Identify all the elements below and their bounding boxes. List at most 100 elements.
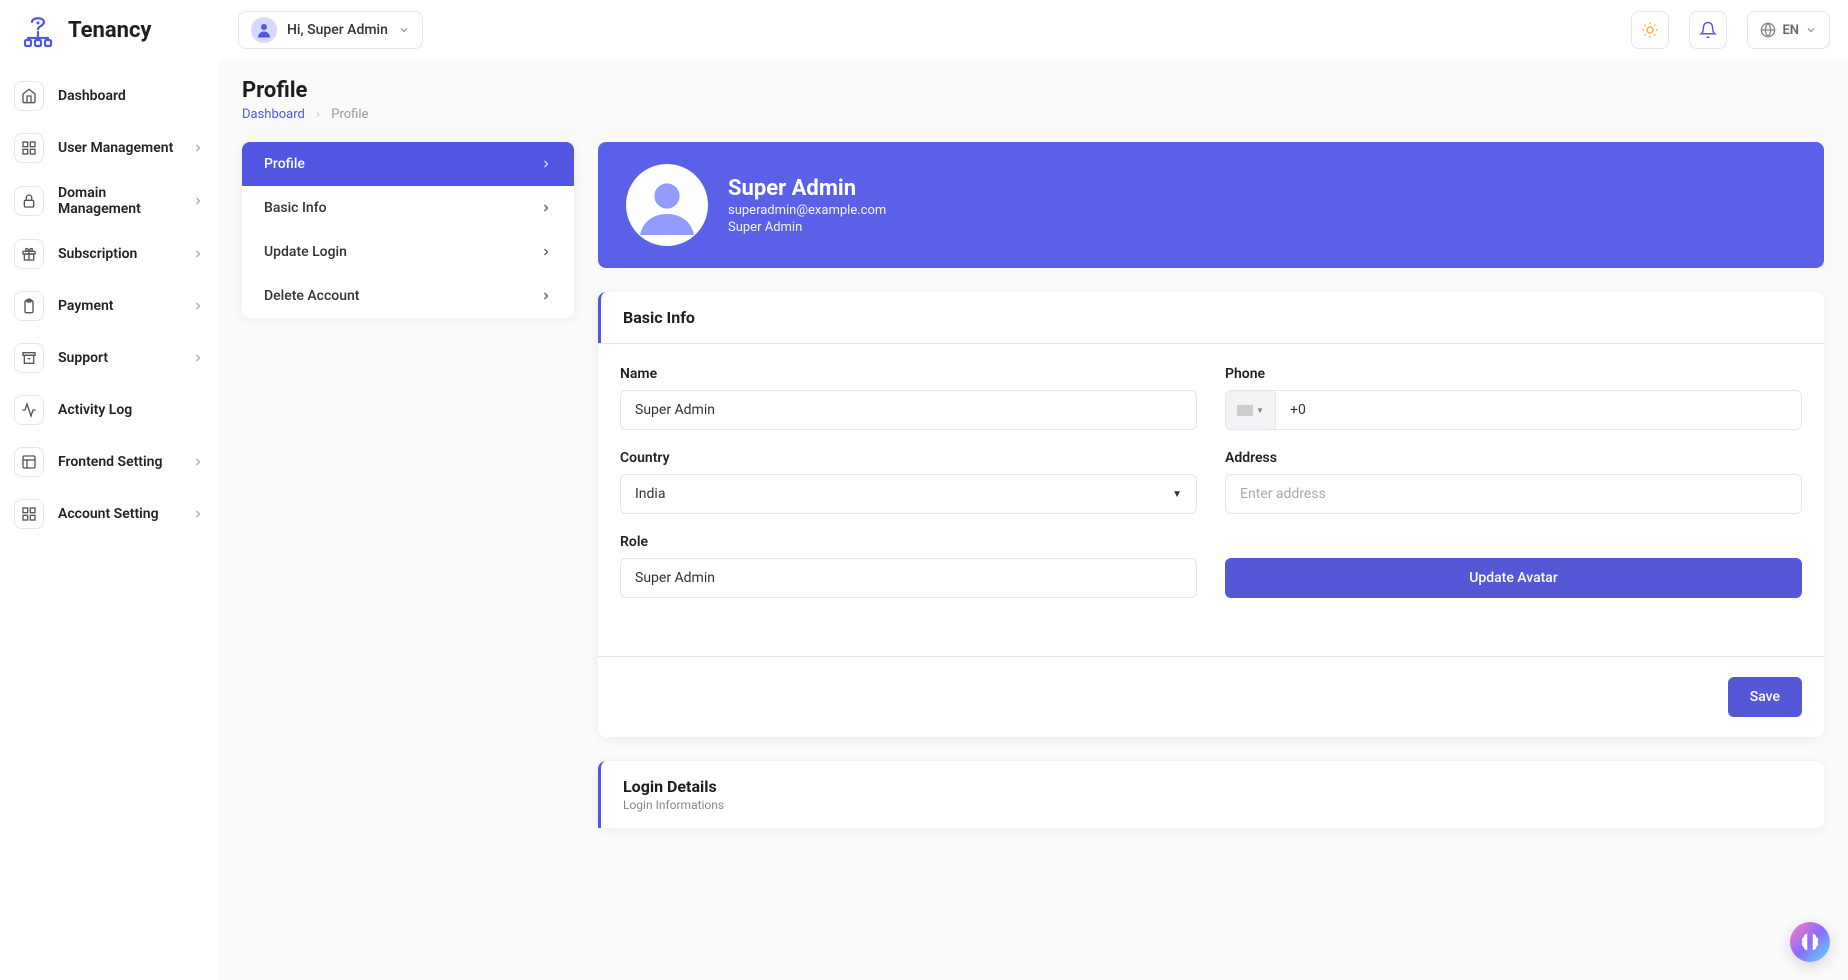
user-greeting-chip[interactable]: Hi, Super Admin [238,11,423,49]
subnav-item-delete-account[interactable]: Delete Account [242,274,574,318]
chevron-right-icon [192,508,204,520]
sidebar-item-label: Domain Management [58,185,178,217]
chevron-right-icon [540,290,552,302]
country-select[interactable]: India ▼ [620,474,1197,514]
subnav-item-label: Profile [264,156,305,172]
phone-field: Phone ▼ [1225,366,1802,430]
app-header: Tenancy Hi, Super Admin EN [0,0,1848,60]
sidebar-item-label: Account Setting [58,506,178,522]
country-label: Country [620,450,1197,466]
profile-role: Super Admin [728,220,886,235]
grid-icon [14,133,44,163]
chevron-right-icon: › [316,107,320,122]
chevron-down-icon [1805,24,1817,36]
name-field: Name [620,366,1197,430]
login-details-subtitle: Login Informations [623,798,1802,812]
update-avatar-button[interactable]: Update Avatar [1225,558,1802,598]
sidebar-item-label: User Management [58,140,178,156]
login-details-heading: Login Details Login Informations [598,761,1824,828]
profile-name: Super Admin [728,176,886,201]
main-content: Profile Dashboard › Profile Profile Basic… [218,60,1848,980]
home-icon [14,81,44,111]
sidebar-item-label: Subscription [58,246,178,262]
phone-country-selector[interactable]: ▼ [1225,390,1275,430]
sidebar-item-domain-management[interactable]: Domain Management [14,174,204,228]
save-button[interactable]: Save [1728,677,1802,717]
profile-avatar [626,164,708,246]
breadcrumb-current: Profile [331,107,368,122]
breadcrumb-root[interactable]: Dashboard [242,107,305,122]
notifications-button[interactable] [1689,11,1727,49]
subnav-item-label: Update Login [264,244,347,260]
subnav-item-label: Basic Info [264,200,327,216]
sidebar-item-label: Frontend Setting [58,454,178,470]
sun-icon [1641,21,1659,39]
address-label: Address [1225,450,1802,466]
bell-icon [1699,21,1717,39]
lock-icon [14,186,44,216]
chevron-right-icon [192,456,204,468]
sidebar-item-dashboard[interactable]: Dashboard [14,70,204,122]
avatar-action-field: Update Avatar [1225,534,1802,598]
profile-hero: Super Admin superadmin@example.com Super… [598,142,1824,268]
sidebar-item-activity-log[interactable]: Activity Log [14,384,204,436]
flag-icon [1237,405,1253,416]
chevron-right-icon [192,300,204,312]
user-greeting-text: Hi, Super Admin [287,22,388,38]
user-avatar-icon [251,17,277,43]
chevron-right-icon [192,248,204,260]
brand-name: Tenancy [68,18,152,43]
phone-input[interactable] [1275,390,1802,430]
caret-down-icon: ▼ [1256,406,1264,415]
brand: Tenancy [18,12,218,48]
sidebar-item-account-setting[interactable]: Account Setting [14,488,204,540]
subnav-item-profile[interactable]: Profile [242,142,574,186]
page-title: Profile [242,78,1824,103]
basic-info-heading: Basic Info [598,292,1824,343]
login-details-title: Login Details [623,777,1802,796]
brain-icon [1799,931,1821,953]
chevron-right-icon [540,158,552,170]
breadcrumb: Dashboard › Profile [242,107,1824,122]
name-input[interactable] [620,390,1197,430]
chevron-right-icon [192,195,204,207]
help-fab[interactable] [1790,922,1830,962]
language-switch[interactable]: EN [1747,11,1830,49]
theme-toggle-button[interactable] [1631,11,1669,49]
sidebar-item-frontend-setting[interactable]: Frontend Setting [14,436,204,488]
basic-info-card: Basic Info Name Phone ▼ [598,292,1824,737]
subnav-item-update-login[interactable]: Update Login [242,230,574,274]
activity-icon [14,395,44,425]
address-input[interactable] [1225,474,1802,514]
subnav-item-basic-info[interactable]: Basic Info [242,186,574,230]
role-label: Role [620,534,1197,550]
chevron-right-icon [192,142,204,154]
grid-icon [14,499,44,529]
chevron-right-icon [192,352,204,364]
globe-icon [1760,22,1776,38]
chevron-right-icon [540,202,552,214]
login-details-card: Login Details Login Informations [598,761,1824,828]
brand-logo-icon [18,12,58,48]
sidebar-nav: Dashboard User Management Domain Managemen… [0,60,218,980]
caret-down-icon: ▼ [1172,489,1182,500]
sidebar-item-label: Activity Log [58,402,204,418]
gift-icon [14,239,44,269]
sidebar-item-subscription[interactable]: Subscription [14,228,204,280]
role-input[interactable] [620,558,1197,598]
country-value: India [635,486,665,502]
name-label: Name [620,366,1197,382]
sidebar-item-support[interactable]: Support [14,332,204,384]
address-field: Address [1225,450,1802,514]
clipboard-icon [14,291,44,321]
archive-icon [14,343,44,373]
sidebar-item-label: Dashboard [58,88,204,104]
role-field: Role [620,534,1197,598]
sidebar-item-payment[interactable]: Payment [14,280,204,332]
profile-email: superadmin@example.com [728,203,886,218]
layout-icon [14,447,44,477]
sidebar-item-user-management[interactable]: User Management [14,122,204,174]
language-label: EN [1782,23,1799,38]
sidebar-item-label: Payment [58,298,178,314]
country-field: Country India ▼ [620,450,1197,514]
